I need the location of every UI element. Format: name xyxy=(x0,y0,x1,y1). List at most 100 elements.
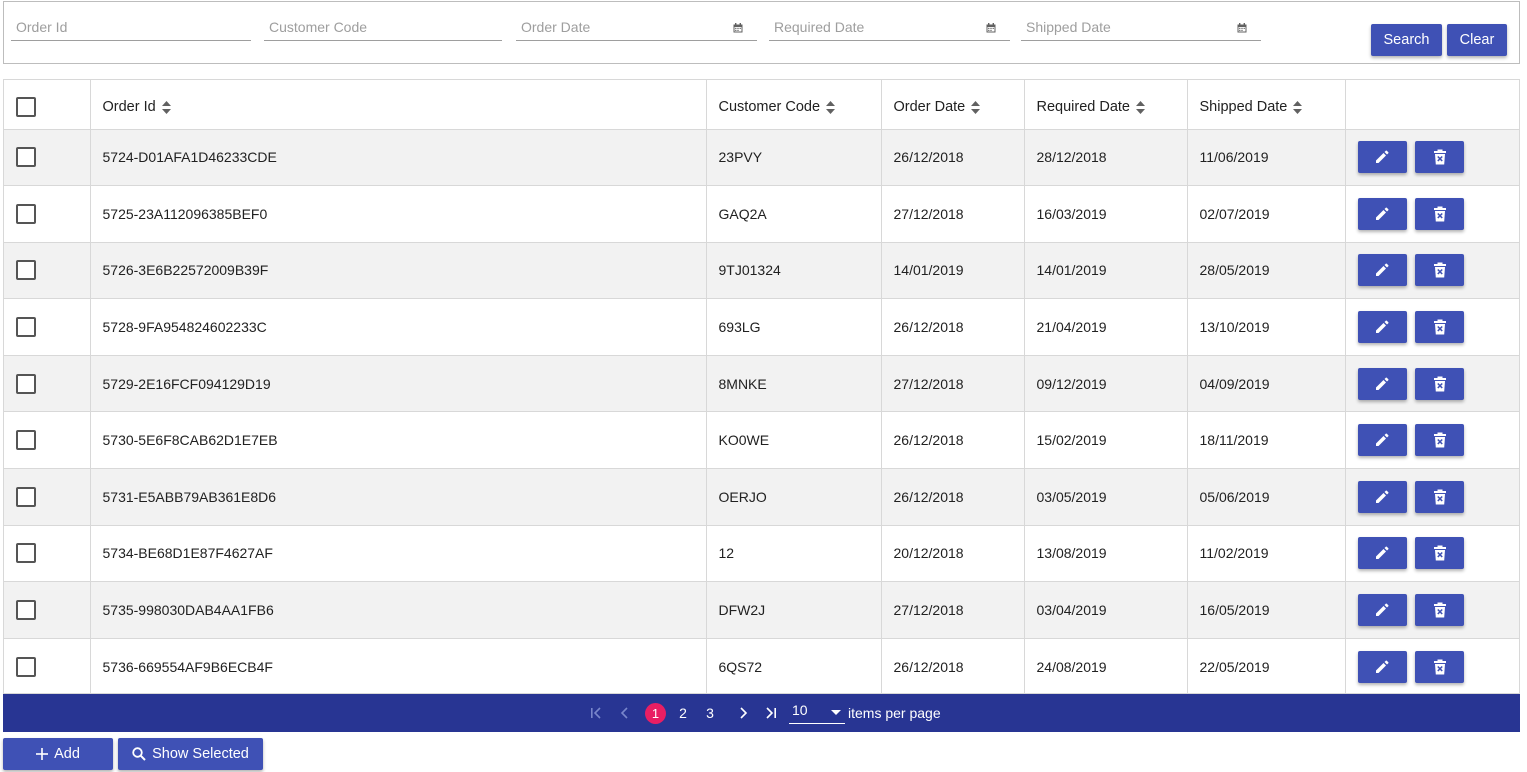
clear-button[interactable]: Clear xyxy=(1447,24,1507,56)
order-date-cell: 27/12/2018 xyxy=(881,355,1025,413)
table-row: 5736-669554AF9B6ECB4F 6QS72 26/12/2018 2… xyxy=(4,638,1519,693)
table-row: 5729-2E16FCF094129D19 8MNKE 27/12/2018 0… xyxy=(4,355,1519,413)
delete-button[interactable] xyxy=(1415,650,1465,683)
pencil-icon xyxy=(1376,546,1389,560)
column-label: Customer Code xyxy=(718,99,821,116)
delete-button[interactable] xyxy=(1415,311,1465,344)
delete-button[interactable] xyxy=(1415,537,1465,570)
required-date-cell: 16/03/2019 xyxy=(1024,185,1188,243)
edit-button[interactable] xyxy=(1357,594,1407,627)
edit-button[interactable] xyxy=(1357,424,1407,457)
customer-code-cell: 12 xyxy=(706,525,882,583)
first-page-button[interactable] xyxy=(588,694,606,732)
column-header-shipped-date[interactable]: Shipped Date xyxy=(1187,80,1346,130)
shipped-date-cell: 13/10/2019 xyxy=(1187,298,1346,356)
select-all-checkbox[interactable] xyxy=(16,97,36,118)
page-2-button[interactable]: 2 xyxy=(672,694,694,732)
delete-icon xyxy=(1433,206,1446,222)
edit-button[interactable] xyxy=(1357,141,1407,174)
customer-code-cell: 9TJ01324 xyxy=(706,242,882,300)
delete-button[interactable] xyxy=(1415,197,1465,230)
required-date-field[interactable] xyxy=(769,14,1010,41)
pencil-icon xyxy=(1376,377,1389,390)
edit-button[interactable] xyxy=(1357,537,1407,570)
sort-icon[interactable] xyxy=(971,100,981,114)
actions-cell xyxy=(1345,581,1519,639)
last-page-button[interactable] xyxy=(761,694,779,732)
show-selected-button[interactable]: Show Selected xyxy=(118,738,263,770)
row-checkbox[interactable] xyxy=(16,656,36,677)
row-checkbox[interactable] xyxy=(16,260,36,281)
edit-button[interactable] xyxy=(1357,311,1407,344)
table-row: 5735-998030DAB4AA1FB6 DFW2J 27/12/2018 0… xyxy=(4,581,1519,639)
required-date-cell: 15/02/2019 xyxy=(1024,411,1188,470)
edit-button[interactable] xyxy=(1357,650,1407,683)
row-checkbox[interactable] xyxy=(16,430,36,451)
column-header-order-id[interactable]: Order Id xyxy=(90,80,707,130)
sort-icon[interactable] xyxy=(161,100,171,114)
page-1-button[interactable]: 1 xyxy=(645,702,666,724)
shipped-date-cell: 16/05/2019 xyxy=(1187,581,1346,639)
table-row: 5724-D01AFA1D46233CDE 23PVY 26/12/2018 2… xyxy=(4,129,1519,187)
sort-icon[interactable] xyxy=(1293,100,1303,114)
sort-icon[interactable] xyxy=(1136,100,1145,114)
search-icon xyxy=(132,747,146,761)
table-body: 5724-D01AFA1D46233CDE 23PVY 26/12/2018 2… xyxy=(4,129,1519,693)
orders-table: Order Id Customer Code Order Date Requir… xyxy=(4,80,1519,693)
calendar-icon[interactable] xyxy=(733,23,743,33)
shipped-date-field[interactable] xyxy=(1021,14,1261,41)
row-checkbox[interactable] xyxy=(16,543,36,564)
row-select-cell xyxy=(4,468,91,526)
order-date-field[interactable] xyxy=(516,14,757,41)
order-id-cell: 5734-BE68D1E87F4627AF xyxy=(90,525,707,583)
previous-page-button[interactable] xyxy=(616,694,634,732)
row-checkbox[interactable] xyxy=(16,203,36,224)
row-checkbox[interactable] xyxy=(16,486,36,507)
customer-code-input[interactable] xyxy=(264,14,502,40)
header-row: Order Id Customer Code Order Date Requir… xyxy=(4,80,1519,130)
order-id-cell: 5730-5E6F8CAB62D1E7EB xyxy=(90,411,707,470)
search-button[interactable]: Search xyxy=(1371,24,1442,56)
customer-code-cell: KO0WE xyxy=(706,411,882,470)
calendar-icon[interactable] xyxy=(986,23,996,33)
row-checkbox[interactable] xyxy=(16,147,36,168)
delete-button[interactable] xyxy=(1415,424,1465,457)
column-header-required-date[interactable]: Required Date xyxy=(1024,80,1188,130)
add-button[interactable]: Add xyxy=(3,738,113,770)
page-3-button[interactable]: 3 xyxy=(699,694,721,732)
delete-button[interactable] xyxy=(1415,141,1465,174)
next-page-button[interactable] xyxy=(734,694,752,732)
row-select-cell xyxy=(4,411,91,470)
delete-button[interactable] xyxy=(1415,254,1465,287)
delete-icon xyxy=(1433,545,1446,561)
customer-code-field[interactable] xyxy=(264,14,502,41)
delete-button[interactable] xyxy=(1415,367,1465,400)
column-header-order-date[interactable]: Order Date xyxy=(881,80,1025,130)
customer-code-cell: 23PVY xyxy=(706,129,882,187)
order-id-field[interactable] xyxy=(11,14,251,41)
order-date-input[interactable] xyxy=(516,14,757,40)
edit-button[interactable] xyxy=(1357,480,1407,513)
shipped-date-cell: 18/11/2019 xyxy=(1187,411,1346,470)
actions-cell xyxy=(1345,242,1519,300)
edit-button[interactable] xyxy=(1357,254,1407,287)
edit-button[interactable] xyxy=(1357,197,1407,230)
row-checkbox[interactable] xyxy=(16,317,36,338)
column-header-customer-code[interactable]: Customer Code xyxy=(706,80,882,130)
sort-icon[interactable] xyxy=(826,100,836,114)
order-id-input[interactable] xyxy=(11,14,251,40)
row-checkbox[interactable] xyxy=(16,600,36,621)
page-size-select[interactable]: 10 xyxy=(789,702,845,724)
shipped-date-input[interactable] xyxy=(1021,14,1261,40)
column-label: Order Id xyxy=(102,99,156,116)
pencil-icon xyxy=(1376,490,1389,503)
delete-button[interactable] xyxy=(1415,594,1465,627)
edit-button[interactable] xyxy=(1357,367,1407,400)
delete-button[interactable] xyxy=(1415,480,1465,513)
required-date-cell: 03/04/2019 xyxy=(1024,581,1188,639)
calendar-icon[interactable] xyxy=(1237,23,1247,33)
row-checkbox[interactable] xyxy=(16,373,36,394)
add-label: Add xyxy=(54,746,80,762)
customer-code-cell: 693LG xyxy=(706,298,882,356)
required-date-input[interactable] xyxy=(769,14,1010,40)
